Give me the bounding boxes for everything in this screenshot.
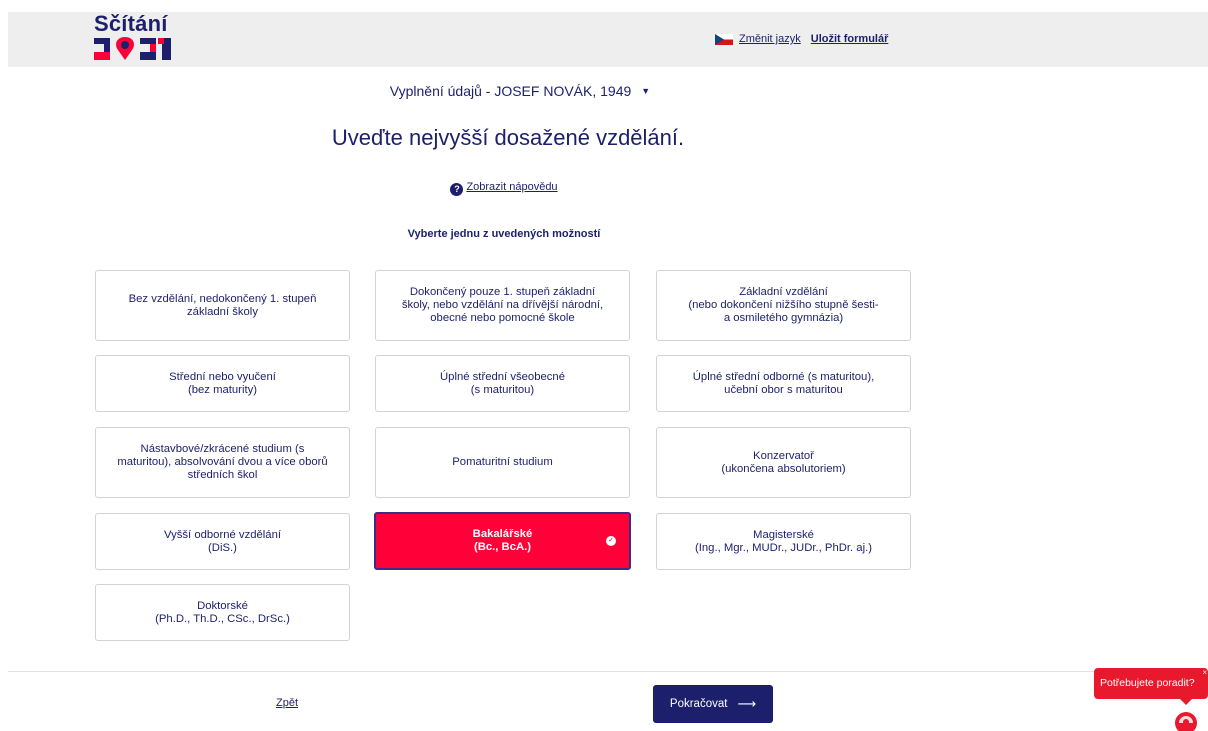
option-follow-up-study[interactable]: Nástavbové/zkrácené studium (s maturitou… [95, 427, 350, 498]
option-technical-secondary[interactable]: Úplné střední odborné (s maturitou), uče… [656, 355, 911, 412]
help-toggle[interactable]: ? Zobrazit nápovědu [0, 181, 1008, 196]
check-icon: ✓ [606, 536, 616, 546]
option-higher-vocational[interactable]: Vyšší odborné vzdělání (DiS.) [95, 513, 350, 570]
change-language-link[interactable]: Změnit jazyk [739, 33, 801, 45]
option-label: Doktorské (Ph.D., Th.D., CSc., DrSc.) [155, 599, 290, 625]
option-secondary-vocational[interactable]: Střední nebo vyučení (bez maturity) [95, 355, 350, 412]
scitani-2021-logo[interactable]: Sčítání [94, 11, 174, 64]
option-label: Konzervatoř (ukončena absolutoriem) [721, 449, 846, 475]
arrow-right-icon: ⟶ [737, 696, 757, 711]
option-post-secondary[interactable]: Pomaturitní studium [375, 427, 630, 498]
chat-help-bubble[interactable]: Potřebujete poradit? × [1094, 668, 1208, 699]
option-label: Dokončený pouze 1. stupeň základní školy… [401, 286, 604, 324]
header-links: Změnit jazyk Uložit formulář [715, 31, 888, 47]
header-bar: Sčítání Změnit jazyk Uložit formulář [8, 12, 1208, 67]
logo-year-graphic [94, 37, 171, 60]
question-mark-icon: ? [450, 183, 464, 196]
option-label: Základní vzdělání (nebo dokončení nižšíh… [688, 286, 879, 324]
person-selector-label: Vyplnění údajů - JOSEF NOVÁK, 1949 [389, 83, 632, 99]
option-doctoral[interactable]: Doktorské (Ph.D., Th.D., CSc., DrSc.) [95, 584, 350, 641]
caret-down-icon: ▼ [641, 86, 651, 96]
option-first-stage-only[interactable]: Dokončený pouze 1. stupeň základní školy… [375, 270, 630, 341]
option-label: Bez vzdělání, nedokončený 1. stupeň zákl… [128, 292, 317, 318]
question-heading: Uveďte nejvyšší dosažené vzdělání. [331, 125, 685, 150]
option-label: Pomaturitní studium [452, 456, 553, 468]
option-general-secondary[interactable]: Úplné střední všeobecné (s maturitou) [375, 355, 630, 412]
logo-wordmark: Sčítání [94, 11, 168, 36]
option-master[interactable]: Magisterské (Ing., Mgr., MUDr., JUDr., P… [656, 513, 911, 570]
back-link[interactable]: Zpět [276, 697, 298, 709]
option-label: Nástavbové/zkrácené studium (s maturitou… [117, 443, 328, 481]
chat-bubble-tail [1180, 699, 1192, 705]
option-label: Úplné střední odborné (s maturitou), uče… [692, 370, 875, 396]
footer-divider [8, 671, 1208, 672]
option-conservatory[interactable]: Konzervatoř (ukončena absolutoriem) [656, 427, 911, 498]
option-label: Bakalářské (Bc., BcA.) [472, 528, 533, 553]
continue-label: Pokračovat [669, 698, 728, 710]
option-label: Střední nebo vyučení (bez maturity) [169, 370, 276, 396]
continue-button[interactable]: Pokračovat ⟶ [653, 685, 773, 723]
option-bachelor[interactable]: Bakalářské (Bc., BcA.) ✓ [374, 512, 631, 570]
option-label: Magisterské (Ing., Mgr., MUDr., JUDr., P… [694, 528, 872, 554]
instruction-text: Vyberte jednu z uvedených možností [407, 228, 601, 240]
close-icon[interactable]: × [1202, 669, 1207, 677]
save-form-link[interactable]: Uložit formulář [811, 33, 889, 45]
show-help-link[interactable]: Zobrazit nápovědu [466, 181, 557, 193]
chat-help-label: Potřebujete poradit? [1100, 677, 1195, 689]
chat-assistant-icon[interactable] [1172, 709, 1200, 731]
option-label: Vyšší odborné vzdělání (DiS.) [163, 528, 281, 554]
option-label: Úplné střední všeobecné (s maturitou) [440, 370, 565, 396]
czech-flag-icon [715, 33, 733, 45]
option-no-education[interactable]: Bez vzdělání, nedokončený 1. stupeň zákl… [95, 270, 350, 341]
option-basic-education[interactable]: Základní vzdělání (nebo dokončení nižšíh… [656, 270, 911, 341]
person-selector[interactable]: Vyplnění údajů - JOSEF NOVÁK, 1949 ▼ [0, 83, 1040, 99]
